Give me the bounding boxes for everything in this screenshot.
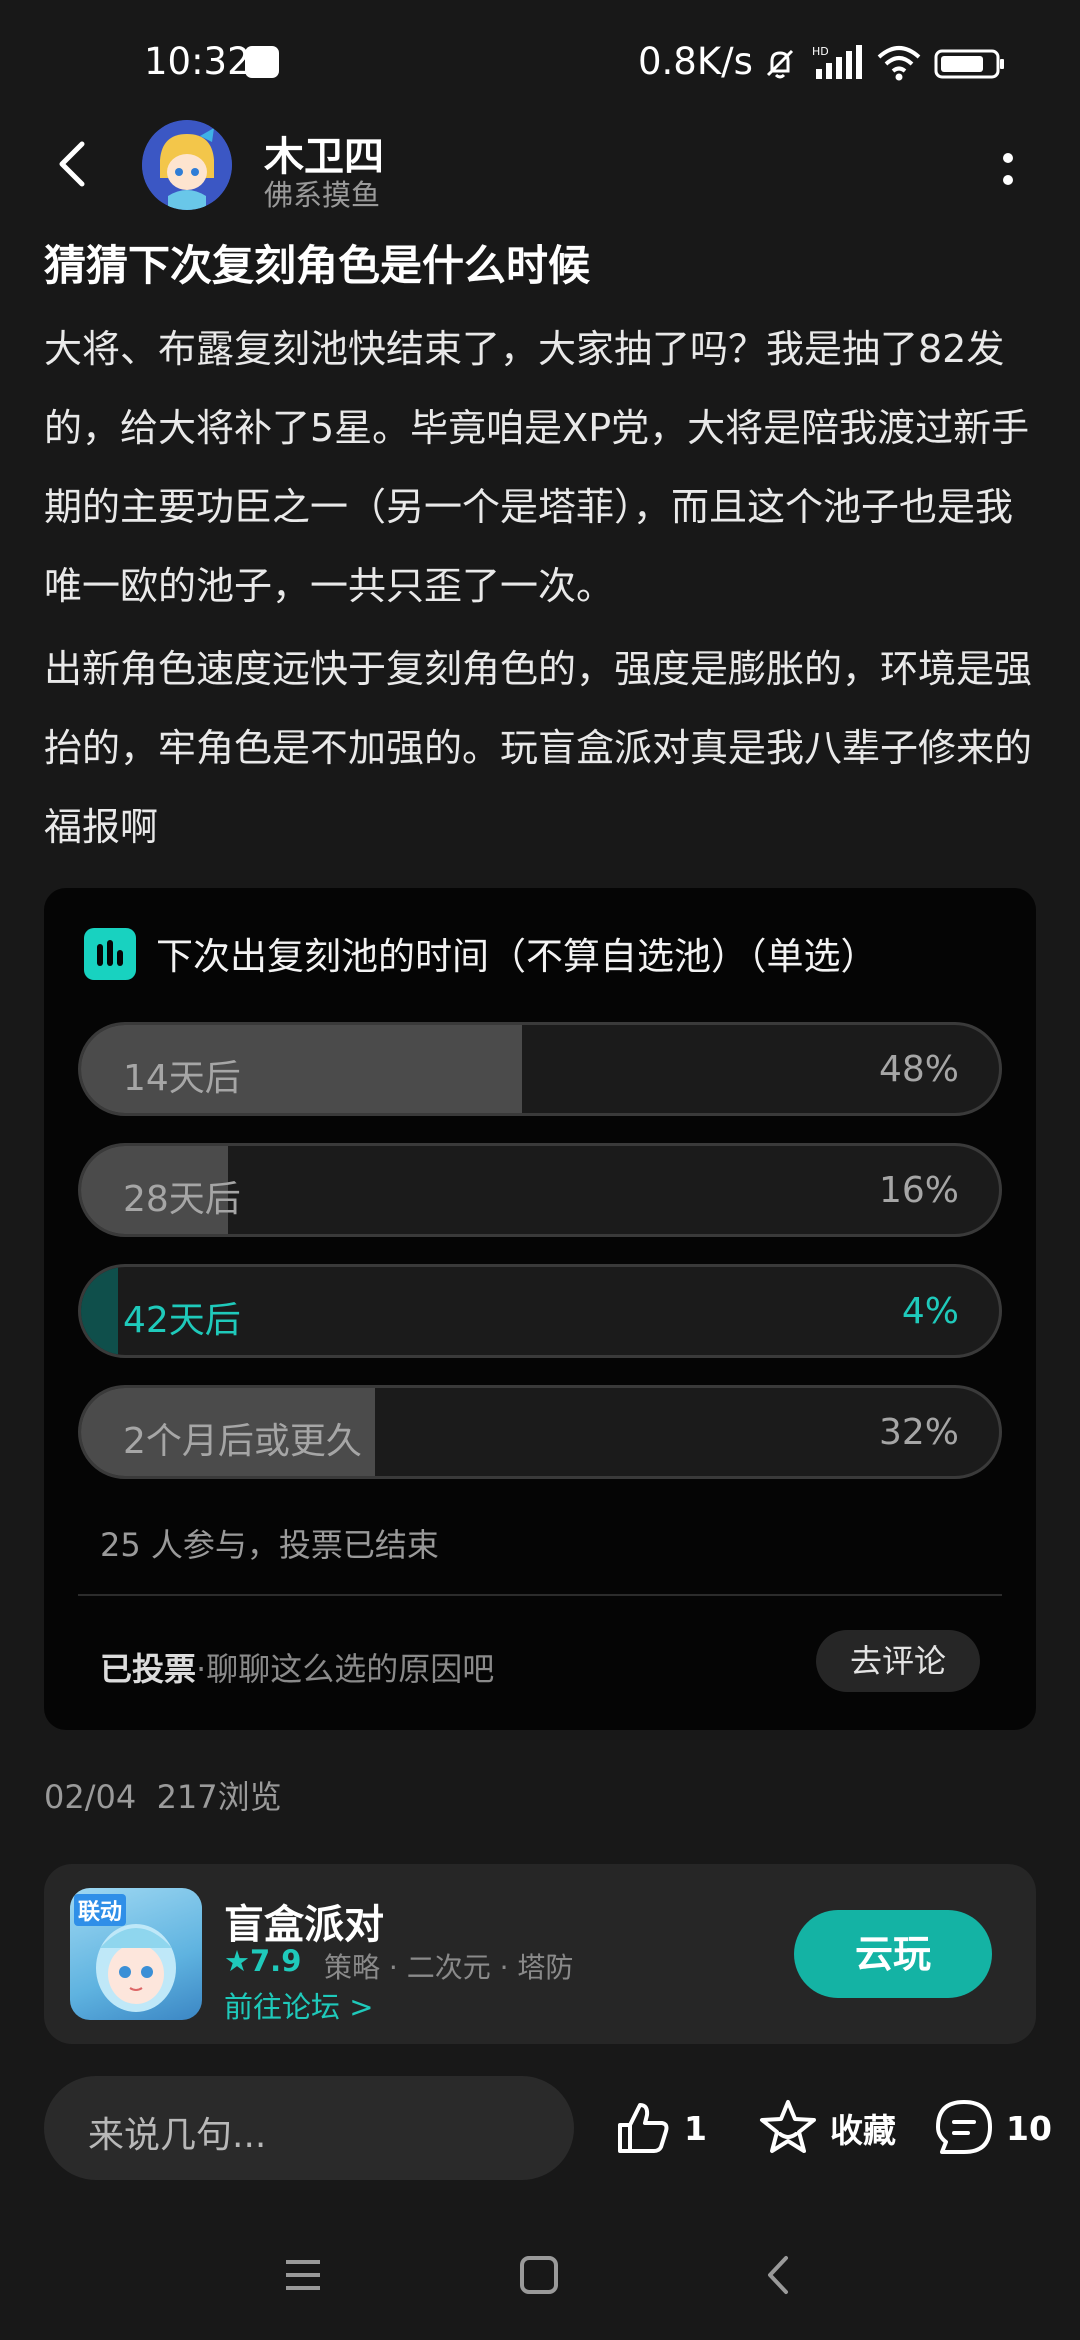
cloud-play-button[interactable]: 云玩	[794, 1910, 992, 1998]
mute-icon	[766, 49, 794, 79]
poll-option-label: 14天后	[123, 1058, 241, 1099]
poll-option[interactable]: 28天后 16%	[78, 1143, 1002, 1237]
voted-status[interactable]: 已投票·聊聊这么选的原因吧	[100, 1644, 494, 1690]
post-body: 大将、布露复刻池快结束了，大家抽了吗？我是抽了82发的，给大将补了5星。毕竟咱是…	[44, 310, 1044, 871]
post-title: 猜猜下次复刻角色是什么时候	[44, 241, 591, 290]
notification-icon	[245, 46, 279, 78]
divider	[78, 1594, 1002, 1596]
go-comment-button[interactable]: 去评论	[816, 1630, 980, 1692]
post-meta: 02/04 217浏览	[44, 1772, 282, 1818]
poll-option-label: 28天后	[123, 1179, 241, 1220]
game-rating: ★7.9	[224, 1944, 302, 1978]
avatar[interactable]	[142, 120, 232, 210]
favorite-button[interactable]: 收藏	[756, 2092, 896, 2164]
poll-option[interactable]: 2个月后或更久 32%	[78, 1385, 1002, 1479]
status-time: 10:32	[144, 40, 251, 83]
system-navigation-bar	[0, 2230, 1080, 2340]
avatar-image	[142, 120, 232, 210]
voted-prompt: ·聊聊这么选的原因吧	[196, 1650, 495, 1688]
status-bar: 10:32 0.8K/s HD	[0, 0, 1080, 120]
poll-chart-icon	[84, 928, 136, 980]
comment-count: 10	[1006, 2108, 1052, 2148]
menu-icon[interactable]	[282, 2254, 324, 2296]
post-paragraph: 出新角色速度远快于复刻角色的，强度是膨胀的，环境是强抬的，牢角色是不加强的。玩盲…	[44, 647, 1033, 849]
reply-placeholder: 来说几句...	[88, 2115, 267, 2156]
poll-option-percent: 16%	[878, 1170, 959, 1211]
home-icon[interactable]	[518, 2254, 560, 2296]
poll-option-label: 42天后	[123, 1300, 241, 1341]
back-icon[interactable]	[42, 132, 106, 196]
more-options-icon[interactable]	[990, 140, 1026, 200]
poll-stats: 25 人参与，投票已结束	[100, 1526, 439, 1564]
game-name: 盲盒派对	[224, 1902, 384, 1948]
thumbs-up-icon	[618, 2103, 669, 2153]
author-tagline: 佛系摸鱼	[264, 178, 381, 212]
post-date: 02/04	[44, 1778, 137, 1816]
poll-option-label: 2个月后或更久	[123, 1421, 362, 1462]
comment-icon	[936, 2100, 992, 2154]
poll-option[interactable]: 14天后 48%	[78, 1022, 1002, 1116]
like-button[interactable]: 1	[612, 2092, 707, 2164]
game-tags: 策略 · 二次元 · 塔防	[324, 1951, 574, 1984]
poll-option-percent: 4%	[901, 1291, 959, 1332]
poll-option-percent: 48%	[878, 1049, 959, 1090]
game-icon: 联动	[70, 1888, 202, 2020]
comments-button[interactable]: 10	[932, 2092, 1052, 2164]
wifi-icon	[877, 46, 921, 81]
poll-option-selected[interactable]: 42天后 4%	[78, 1264, 1002, 1358]
status-icons: HD	[760, 38, 1006, 88]
battery-icon	[934, 49, 1004, 79]
post-paragraph: 大将、布露复刻池快结束了，大家抽了吗？我是抽了82发的，给大将补了5星。毕竟咱是…	[44, 327, 1030, 608]
like-count: 1	[684, 2108, 707, 2148]
forum-link[interactable]: 前往论坛 >	[224, 1984, 374, 2026]
reply-input[interactable]: 来说几句...	[44, 2076, 574, 2180]
poll-option-percent: 32%	[878, 1412, 959, 1453]
poll-option-bar	[81, 1267, 118, 1355]
svg-text:HD: HD	[812, 45, 829, 58]
collab-badge: 联动	[74, 1894, 127, 1926]
voted-label: 已投票	[100, 1650, 197, 1688]
network-speed: 0.8K/s	[638, 40, 753, 83]
post-views: 217浏览	[156, 1778, 282, 1816]
poll-card: 下次出复刻池的时间（不算自选池）（单选） 14天后 48% 28天后 16% 4…	[44, 888, 1036, 1730]
signal-icon: HD	[812, 45, 862, 79]
back-nav-icon[interactable]	[758, 2254, 800, 2296]
poll-title: 下次出复刻池的时间（不算自选池）（单选）	[156, 935, 878, 978]
star-icon	[760, 2100, 816, 2153]
favorite-label: 收藏	[830, 2111, 896, 2150]
game-card[interactable]: 联动 盲盒派对 ★7.9 策略 · 二次元 · 塔防 前往论坛 > 云玩	[44, 1864, 1036, 2044]
